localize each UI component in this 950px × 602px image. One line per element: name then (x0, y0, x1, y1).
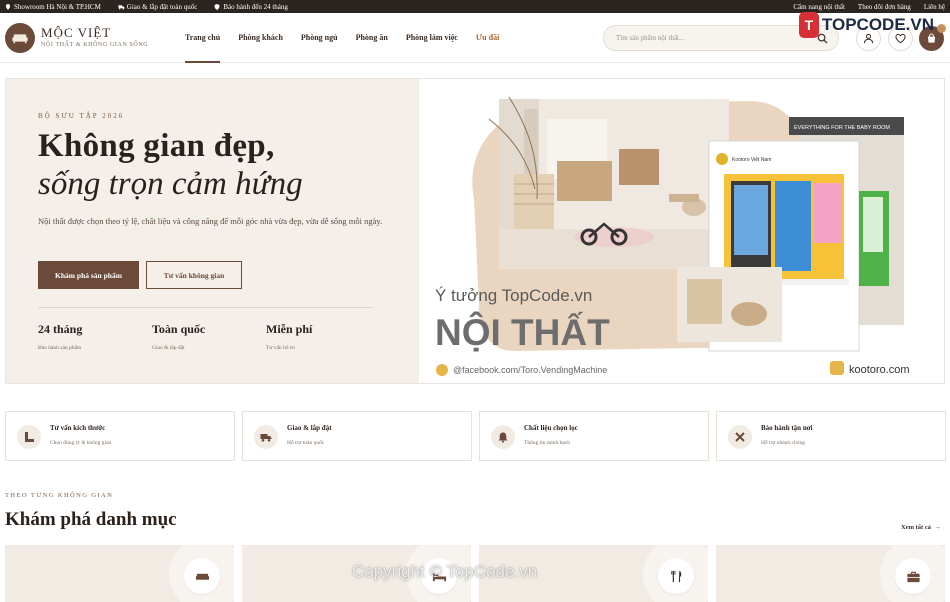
banner-illustration: EVERYTHING FOR THE BABY ROOM Kootoro Việ… (419, 79, 944, 383)
feature-subtitle: Chọn đúng tỷ lệ không gian (50, 440, 112, 446)
topbar-showroom-label: Showroom Hà Nội & TP.HCM (14, 2, 101, 11)
arrow-right-icon: → (932, 524, 941, 531)
topbar-delivery-label: Giao & lắp đặt toàn quốc (126, 2, 198, 11)
space-consult-button[interactable]: Tư vấn không gian (146, 261, 242, 289)
feature-title: Giao & lắp đặt (287, 424, 332, 432)
topbar-delivery[interactable]: Giao & lắp đặt toàn quốc (118, 2, 198, 11)
tools-icon (728, 425, 752, 449)
truck-icon (254, 425, 278, 449)
topbar-warranty[interactable]: Bảo hành đến 24 tháng (214, 3, 288, 11)
nav-promotions[interactable]: Ưu đãi (476, 13, 500, 63)
feature-title: Bảo hành tận nơi (761, 424, 813, 432)
feature-warranty[interactable]: Bảo hành tận nơi Hỗ trợ nhanh chóng (716, 411, 946, 461)
watermark-logo: T TOPCODE.VN (799, 10, 934, 40)
nav-bedroom[interactable]: Phòng ngủ (301, 13, 338, 63)
card-brand: Kootoro Việt Nam (732, 157, 771, 163)
hero-section: BỘ SƯU TẬP 2026 Không gian đẹp, sống trọ… (5, 78, 945, 384)
feature-size-consult[interactable]: Tư vấn kích thước Chọn đúng tỷ lệ không … (5, 411, 235, 461)
hero-eyebrow: BỘ SƯU TẬP 2026 (38, 112, 125, 120)
nav-office[interactable]: Phòng làm việc (406, 13, 458, 63)
topbar-showroom[interactable]: Showroom Hà Nội & TP.HCM (5, 3, 101, 11)
categories-title: Khám phá danh mục (5, 509, 177, 530)
banner-site: kootoro.com (849, 364, 910, 376)
hero-divider (38, 307, 373, 308)
watermark-copyright: Copyright © TopCode.vn (352, 562, 538, 581)
stat-consult: Miễn phí Tư vấn bố trí (266, 322, 312, 351)
stat-value: Toàn quốc (152, 322, 206, 336)
banner-tag: EVERYTHING FOR THE BABY ROOM (794, 125, 890, 131)
feature-title: Chất liệu chọn lọc (524, 424, 578, 432)
feature-subtitle: Hỗ trợ nhanh chóng (761, 440, 805, 446)
stat-delivery: Toàn quốc Giao & lắp đặt (152, 322, 205, 351)
ruler-icon (17, 425, 41, 449)
shield-icon (214, 3, 220, 10)
see-all-link[interactable]: Xem tất cả → (901, 524, 941, 531)
cart-count-badge (937, 24, 946, 33)
stat-warranty: 24 tháng Bảo hành sản phẩm (38, 322, 82, 351)
feature-subtitle: Thông tin minh bạch (524, 440, 570, 446)
stat-value: Miễn phí (266, 322, 313, 336)
hero-description: Nội thất được chọn theo tỷ lệ, chất liệu… (38, 216, 383, 226)
main-nav: Trang chủ Phòng khách Phòng ngủ Phòng ăn… (185, 13, 517, 63)
truck-icon (118, 4, 125, 10)
topbar-warranty-label: Bảo hành đến 24 tháng (223, 2, 288, 11)
category-card-office[interactable] (716, 545, 945, 602)
utensils-icon (658, 558, 694, 594)
stat-label: Tư vấn bố trí (266, 345, 295, 351)
banner-headline-small: Ý tưởng TopCode.vn (435, 286, 592, 305)
sofa-icon (12, 34, 28, 44)
nav-home[interactable]: Trang chủ (185, 13, 221, 63)
watermark-logo-text: TOPCODE.VN (821, 15, 934, 34)
brand-tagline: NỘI THẤT & KHÔNG GIAN SỐNG (41, 42, 149, 48)
hero-title-line2: sống trọn cảm hứng (38, 166, 303, 202)
categories-eyebrow: THEO TỪNG KHÔNG GIAN (5, 492, 114, 499)
hero-banner-image[interactable]: EVERYTHING FOR THE BABY ROOM Kootoro Việ… (419, 79, 944, 383)
feature-delivery[interactable]: Giao & lắp đặt Hỗ trợ toàn quốc (242, 411, 472, 461)
banner-social: @facebook.com/Toro.VendingMachine (453, 365, 607, 375)
brand-name[interactable]: MỘC VIỆT (41, 25, 111, 41)
feature-materials[interactable]: Chất liệu chọn lọc Thông tin minh bạch (479, 411, 709, 461)
stat-label: Bảo hành sản phẩm (38, 345, 82, 351)
watermark-badge-icon: T (799, 12, 819, 38)
feature-title: Tư vấn kích thước (50, 424, 106, 432)
nav-dining-room[interactable]: Phòng ăn (356, 13, 388, 63)
banner-headline-big: NỘI THẤT (435, 311, 610, 353)
location-pin-icon (5, 3, 11, 10)
category-card-living[interactable] (5, 545, 234, 602)
sofa-icon (184, 558, 220, 594)
see-all-label: Xem tất cả (901, 524, 931, 531)
briefcase-icon (895, 558, 931, 594)
stat-value: 24 tháng (38, 322, 83, 336)
stat-label: Giao & lắp đặt (152, 345, 185, 351)
nav-living-room[interactable]: Phòng khách (238, 13, 283, 63)
logo[interactable] (5, 23, 35, 53)
bell-icon (491, 425, 515, 449)
explore-products-button[interactable]: Khám phá sản phẩm (38, 261, 139, 289)
hero-title-line1: Không gian đẹp, (38, 128, 275, 164)
feature-subtitle: Hỗ trợ toàn quốc (287, 440, 325, 446)
search-placeholder: Tìm sản phẩm nội thất... (616, 34, 685, 42)
